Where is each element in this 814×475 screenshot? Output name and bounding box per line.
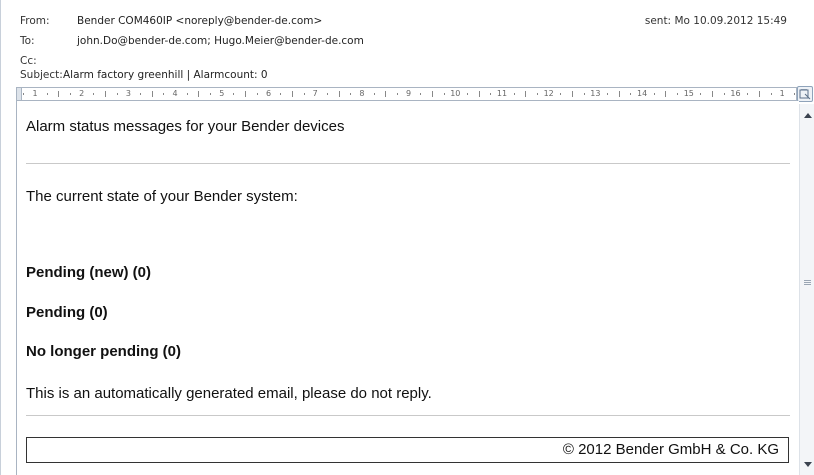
ruler-number: 14: [637, 89, 648, 98]
ruler-number: 10: [450, 89, 461, 98]
to-label: To:: [20, 35, 35, 47]
ruler-number: 3: [125, 89, 131, 98]
ruler-dot: [793, 93, 795, 95]
subject-row: Subject: Alarm factory greenhill | Alarm…: [1, 67, 814, 84]
ruler-dot: [210, 93, 212, 95]
ruler-dot: [723, 93, 725, 95]
to-value[interactable]: john.Do@bender-de.com; Hugo.Meier@bender…: [77, 33, 364, 50]
ruler-dot: [466, 93, 468, 95]
ruler-dot: [93, 93, 95, 95]
auto-generated-note: This is an automatically generated email…: [26, 385, 432, 402]
ruler-tick: [431, 91, 433, 97]
email-window: From: Bender COM460IP <noreply@bender-de…: [0, 0, 814, 475]
ruler-dot: [350, 93, 352, 95]
ruler-dot: [513, 93, 515, 95]
subject-label: Subject:: [20, 69, 63, 81]
system-state-text: The current state of your Bender system:: [26, 188, 298, 205]
ruler-tick: [198, 91, 200, 97]
ruler-tick: [105, 91, 107, 97]
ruler-dot: [583, 93, 585, 95]
ruler-dot: [326, 93, 328, 95]
footer-box: © 2012 Bender GmbH & Co. KG: [26, 437, 789, 463]
ruler-dot: [420, 93, 422, 95]
message-body[interactable]: Alarm status messages for your Bender de…: [16, 101, 799, 475]
ruler-number: 1: [32, 89, 38, 98]
ruler-number: 12: [543, 89, 554, 98]
ruler-dot: [140, 93, 142, 95]
ruler-dot: [256, 93, 258, 95]
pending-new-heading: Pending (new) (0): [26, 264, 151, 281]
ruler-dot: [396, 93, 398, 95]
ruler-number: 4: [172, 89, 178, 98]
from-row: From: Bender COM460IP <noreply@bender-de…: [1, 13, 814, 30]
ruler-number: 7: [312, 89, 318, 98]
divider-top: [26, 163, 790, 164]
ruler-number: 5: [219, 89, 225, 98]
ruler-tick: [291, 91, 293, 97]
ruler-dot: [443, 93, 445, 95]
ruler-margin[interactable]: [17, 88, 22, 100]
from-label: From:: [20, 15, 50, 27]
ruler-dot: [630, 93, 632, 95]
no-longer-pending-heading: No longer pending (0): [26, 343, 181, 360]
ruler-dot: [23, 93, 25, 95]
ruler-number: 16: [730, 89, 741, 98]
horizontal-ruler[interactable]: 1 2 3 4 5 6 7 8 9 10 11 12 13 14 15 16 1: [16, 87, 797, 101]
message-heading: Alarm status messages for your Bender de…: [26, 118, 345, 135]
ruler-dot: [653, 93, 655, 95]
ruler-dot: [233, 93, 235, 95]
ruler-number: 1: [779, 89, 785, 98]
ruler-tick: [712, 91, 714, 97]
ruler-dot: [747, 93, 749, 95]
ruler-number: 13: [590, 89, 601, 98]
ruler-number: 8: [359, 89, 365, 98]
ruler-number: 15: [683, 89, 694, 98]
ruler-tick: [618, 91, 620, 97]
pending-heading: Pending (0): [26, 304, 108, 321]
ruler-tick: [525, 91, 527, 97]
ruler-dot: [677, 93, 679, 95]
ruler-tick: [478, 91, 480, 97]
ruler-dot: [70, 93, 72, 95]
arrow-down-icon[interactable]: [802, 458, 814, 470]
ruler-dot: [607, 93, 609, 95]
ruler-tick: [58, 91, 60, 97]
arrow-up-icon[interactable]: [802, 110, 814, 122]
ruler-dot: [700, 93, 702, 95]
ruler-tick: [572, 91, 574, 97]
ruler-dot: [537, 93, 539, 95]
ruler-tick: [385, 91, 387, 97]
ruler-dot: [373, 93, 375, 95]
ruler-dot: [186, 93, 188, 95]
scroll-grip[interactable]: [804, 280, 811, 285]
email-header: From: Bender COM460IP <noreply@bender-de…: [1, 0, 814, 87]
ruler-tick: [338, 91, 340, 97]
ruler-dot: [560, 93, 562, 95]
ruler-tick: [151, 91, 153, 97]
sent-info: sent: Mo 10.09.2012 15:49: [645, 13, 787, 30]
ruler-dot: [46, 93, 48, 95]
ruler-toggle-icon[interactable]: [797, 86, 813, 102]
ruler-tick: [758, 91, 760, 97]
ruler-dot: [490, 93, 492, 95]
to-row: To: john.Do@bender-de.com; Hugo.Meier@be…: [1, 33, 814, 50]
copyright-text: © 2012 Bender GmbH & Co. KG: [562, 441, 779, 458]
sent-value: Mo 10.09.2012 15:49: [674, 15, 787, 27]
ruler-tick: [245, 91, 247, 97]
ruler-dot: [303, 93, 305, 95]
from-value[interactable]: Bender COM460IP <noreply@bender-de.com>: [77, 13, 322, 30]
ruler-number: 2: [79, 89, 85, 98]
ruler-dot: [770, 93, 772, 95]
sent-label: sent:: [644, 15, 672, 27]
subject-value: Alarm factory greenhill | Alarmcount: 0: [63, 69, 268, 81]
ruler-number: 9: [406, 89, 412, 98]
ruler-dot: [280, 93, 282, 95]
ruler-number: 6: [265, 89, 272, 98]
ruler-dot: [116, 93, 118, 95]
vertical-scrollbar[interactable]: [799, 104, 814, 475]
divider-bottom: [26, 415, 790, 416]
ruler-tick: [665, 91, 667, 97]
ruler-number: 11: [496, 89, 508, 98]
ruler-dot: [163, 93, 165, 95]
